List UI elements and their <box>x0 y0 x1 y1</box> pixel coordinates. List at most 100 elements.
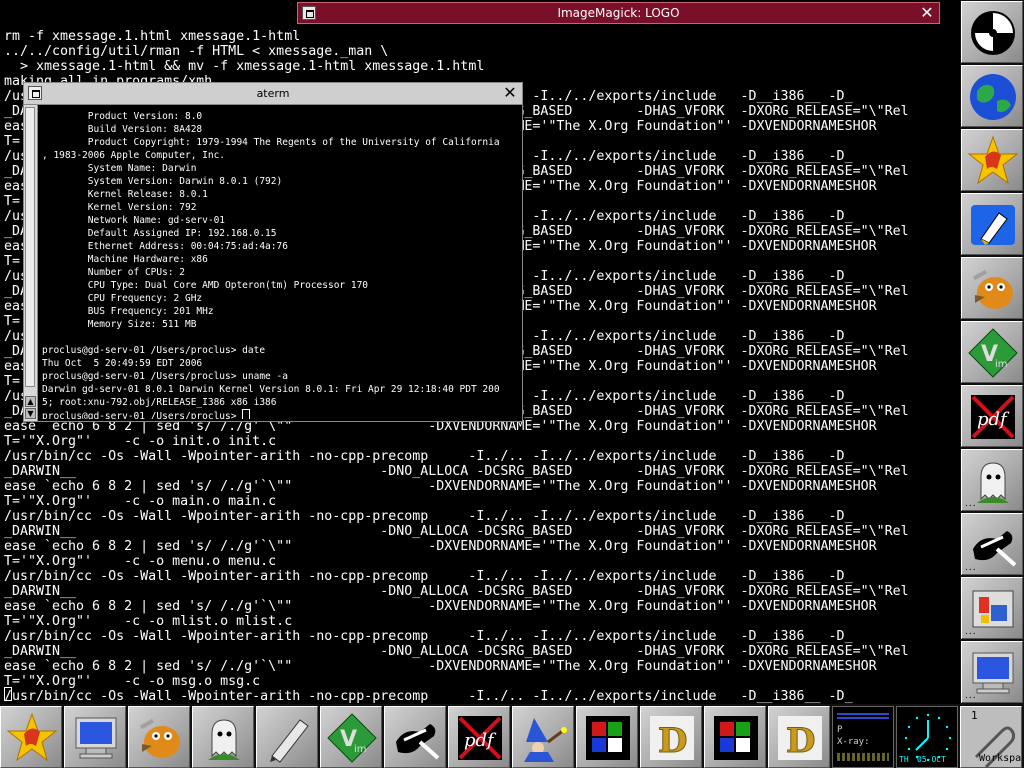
close-button[interactable]: ✕ <box>918 4 936 22</box>
launcher-tile-dragon-star[interactable] <box>961 129 1023 191</box>
aterm-line: CPU Type: Dual Core AMD Opteron(tm) Proc… <box>42 280 369 291</box>
svg-text:D: D <box>658 721 687 761</box>
launcher-tile-paint-tool[interactable]: ... <box>961 513 1023 575</box>
aterm-line: Memory Size: 511 MB <box>42 319 197 330</box>
terminal-colors-icon <box>714 716 758 760</box>
svg-text:im: im <box>354 744 367 755</box>
no-pdf-icon: pdf <box>971 395 1015 439</box>
launcher-tile-paint-tool[interactable] <box>384 706 446 768</box>
launcher-tile-fountain-pen[interactable] <box>961 193 1023 255</box>
terminal-line: T='"X.Org"' -c -o menu.o menu.c <box>4 554 277 569</box>
terminal-line: /usr/bin/cc -Os -Wall -Wpointer-arith -n… <box>4 689 853 704</box>
clock-day: TH <box>899 755 909 764</box>
terminal-line: /usr/bin/cc -Os -Wall -Wpointer-arith -n… <box>4 569 853 584</box>
launcher-tile-dragon-star[interactable] <box>0 706 62 768</box>
aterm-line: System Name: Darwin <box>42 163 197 174</box>
launcher-tile-ghost[interactable] <box>192 706 254 768</box>
scrollbar-thumb[interactable] <box>25 107 35 387</box>
launcher-tile-no-pdf[interactable]: pdf <box>448 706 510 768</box>
cpu-monitor[interactable]: P X-ray: <box>832 706 894 768</box>
terminal-line: T='"X.Org"' -c -o main.o main.c <box>4 494 277 509</box>
tile-dots: ... <box>965 563 977 573</box>
launcher-tile-pen[interactable] <box>256 706 318 768</box>
close-button[interactable]: ✕ <box>501 84 519 102</box>
launcher-tile-vim[interactable]: Vim <box>961 321 1023 383</box>
aterm-line: Number of CPUs: 2 <box>42 267 185 278</box>
terminal-line: > xmessage.1-html && mv -f xmessage.1-ht… <box>4 59 485 74</box>
terminal-line: rm -f xmessage.1.html xmessage.1-html <box>4 29 301 44</box>
svg-text:pdf: pdf <box>464 730 497 751</box>
pen-icon <box>270 719 309 763</box>
taskbar: P X-ray: TH 05-OCT 1 Workspace Vim pdf D D <box>0 704 1024 768</box>
launcher-tile-gimp[interactable] <box>961 257 1023 319</box>
aterm-line: System Version: Darwin 8.0.1 (792) <box>42 176 283 187</box>
workspace-label: Workspace <box>979 753 1022 764</box>
launcher-tile-wizard[interactable] <box>512 706 574 768</box>
fountain-pen-icon <box>971 205 1015 245</box>
terminal-line: T='"X.Org"' -c -o msg.o msg.c <box>4 674 261 689</box>
imagemagick-titlebar[interactable]: ImageMagick: LOGO ✕ <box>297 2 940 24</box>
monitor-icon <box>75 717 117 759</box>
launcher-tile-gnustep-logo[interactable] <box>961 1 1023 63</box>
scroll-down-arrow[interactable]: ▼ <box>25 408 36 419</box>
aterm-line: Product Copyright: 1979-1994 The Regents… <box>42 137 500 148</box>
aterm-line: Default Assigned IP: 192.168.0.15 <box>42 228 277 239</box>
clock-date: 05-OCT <box>917 755 946 764</box>
aterm-line: Thu Oct 5 20:49:59 EDT 2006 <box>42 358 203 369</box>
cpu-label-xray: X-ray: <box>837 737 870 747</box>
terminal-line: T='"X.Org"' -c -o init.o init.c <box>4 434 277 449</box>
gimp-icon <box>139 718 180 758</box>
wizard-icon <box>524 718 567 762</box>
aterm-line: proclus@gd-serv-01 /Users/proclus> date <box>42 345 266 356</box>
aterm-line: Darwin gd-serv-01 8.0.1 Darwin Kernel Ve… <box>42 384 500 395</box>
launcher-tile-gimp[interactable] <box>128 706 190 768</box>
terminal-line: ease `echo 6 8 2 | sed 's/ /./g'`\"" -DX… <box>4 539 877 554</box>
launcher-tile-monitor[interactable] <box>64 706 126 768</box>
gnustep-logo-icon <box>971 11 1015 55</box>
workspace-switcher[interactable]: 1 Workspace <box>960 706 1022 768</box>
launcher-tile-d-logo[interactable]: D <box>640 706 702 768</box>
launcher-tile-no-pdf[interactable]: pdf <box>961 385 1023 447</box>
aterm-output[interactable]: Product Version: 8.0 Build Version: 8A42… <box>40 107 520 419</box>
cpu-label-p: P <box>837 725 843 735</box>
aterm-line: BUS Frequency: 201 MHz <box>42 306 214 317</box>
launcher-tile-puzzle[interactable]: ... <box>961 577 1023 639</box>
globe-icon <box>970 74 1016 120</box>
launcher-tile-vim[interactable]: Vim <box>320 706 382 768</box>
launcher-tile-ghost[interactable]: ... <box>961 449 1023 511</box>
d-logo-icon: D <box>778 716 822 762</box>
ghost-icon <box>208 719 240 760</box>
aterm-line: Machine Hardware: x86 <box>42 254 208 265</box>
svg-text:pdf: pdf <box>977 409 1010 430</box>
aterm-line: Ethernet Address: 00:04:75:ad:4a:76 <box>42 241 288 252</box>
terminal-line: _DARWIN__ -DNO_ALLOCA -DCSRG_BASED -DHAS… <box>4 644 909 659</box>
launcher-tile-terminal-colors[interactable] <box>576 706 638 768</box>
d-logo-icon: D <box>650 716 694 762</box>
aterm-line: CPU Frequency: 2 GHz <box>42 293 203 304</box>
clock[interactable]: TH 05-OCT <box>896 706 958 768</box>
scroll-up-arrow[interactable]: ▲ <box>25 396 36 407</box>
aterm-cursor <box>242 409 251 419</box>
aterm-titlebar[interactable]: aterm ✕ <box>24 83 522 105</box>
launcher-tile-d-logo[interactable]: D <box>768 706 830 768</box>
aterm-line: Kernel Release: 8.0.1 <box>42 189 208 200</box>
dragon-star-icon <box>967 135 1019 185</box>
launcher-tile-monitor[interactable]: ... <box>961 641 1023 703</box>
terminal-colors-icon <box>586 716 630 760</box>
launcher-tile-terminal-colors[interactable] <box>704 706 766 768</box>
dragon-star-icon <box>6 712 58 762</box>
tile-dots: ... <box>965 627 977 637</box>
scrollbar[interactable]: ▲ ▼ <box>24 105 38 421</box>
aterm-line: proclus@gd-serv-01 /Users/proclus> <box>42 409 251 419</box>
launcher-tile-globe[interactable] <box>961 65 1023 127</box>
terminal-line: /usr/bin/cc -Os -Wall -Wpointer-arith -n… <box>4 449 853 464</box>
terminal-line: T='"X.Org"' -c -o mlist.o mlist.c <box>4 614 293 629</box>
gimp-icon <box>972 269 1013 309</box>
aterm-line: Network Name: gd-serv-01 <box>42 215 226 226</box>
dock: Vim pdf............ <box>960 0 1024 704</box>
no-pdf-icon: pdf <box>458 716 502 760</box>
terminal-line: _DARWIN__ -DNO_ALLOCA -DCSRG_BASED -DHAS… <box>4 584 909 599</box>
terminal-line: _DARWIN__ -DNO_ALLOCA -DCSRG_BASED -DHAS… <box>4 464 909 479</box>
aterm-window[interactable]: aterm ✕ ▲ ▼ Product Version: 8.0 Build V… <box>23 82 523 422</box>
svg-text:D: D <box>786 721 815 761</box>
